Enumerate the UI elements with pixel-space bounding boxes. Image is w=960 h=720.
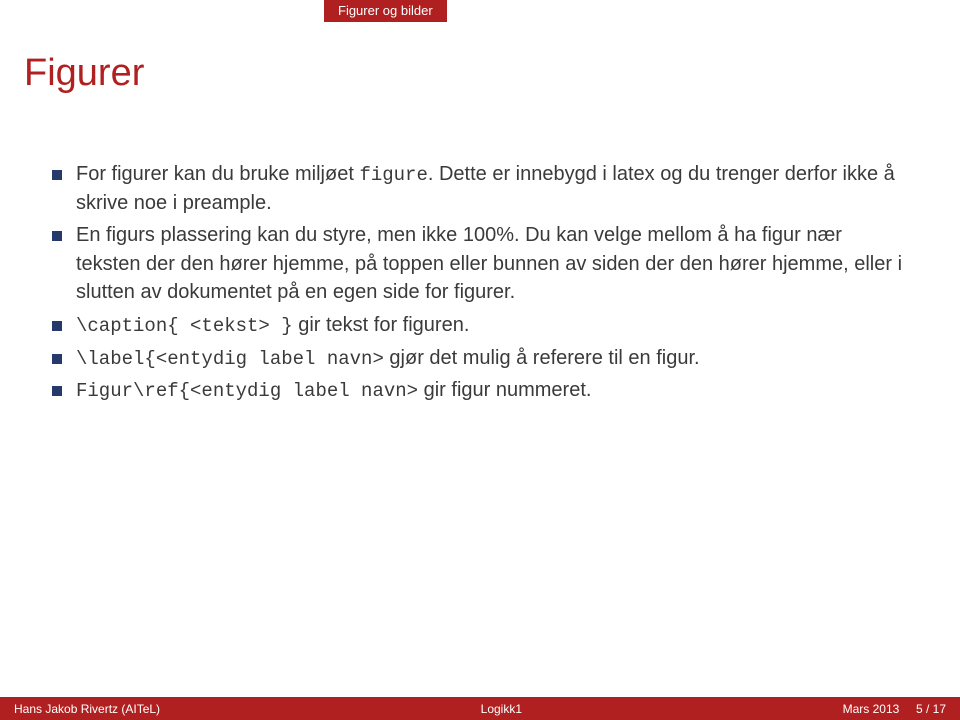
section-tab: Figurer og bilder: [324, 0, 447, 22]
footer-pageinfo: Mars 2013 5 / 17: [843, 702, 960, 716]
footer-title: Logikk1: [160, 702, 843, 716]
list-item: For figurer kan du bruke miljøet figure.…: [52, 160, 908, 217]
list-item: \label{<entydig label navn> gjør det mul…: [52, 344, 908, 373]
list-item-text: \label{<entydig label navn> gjør det mul…: [76, 344, 908, 373]
bullet-icon: [52, 354, 62, 364]
list-item: \caption{ <tekst> } gir tekst for figure…: [52, 311, 908, 340]
footer-pagenum: 5 / 17: [916, 702, 946, 716]
footer-author: Hans Jakob Rivertz (AITeL): [0, 702, 160, 716]
bullet-icon: [52, 170, 62, 180]
list-item-text: \caption{ <tekst> } gir tekst for figure…: [76, 311, 908, 340]
bullet-icon: [52, 386, 62, 396]
bullet-icon: [52, 231, 62, 241]
slide-title: Figurer: [24, 52, 144, 95]
list-item-text: For figurer kan du bruke miljøet figure.…: [76, 160, 908, 217]
list-item: Figur\ref{<entydig label navn> gir figur…: [52, 376, 908, 405]
list-item-text: Figur\ref{<entydig label navn> gir figur…: [76, 376, 908, 405]
list-item: En figurs plassering kan du styre, men i…: [52, 221, 908, 306]
list-item-text: En figurs plassering kan du styre, men i…: [76, 221, 908, 306]
footer-bar: Hans Jakob Rivertz (AITeL) Logikk1 Mars …: [0, 697, 960, 720]
content-area: For figurer kan du bruke miljøet figure.…: [52, 160, 908, 409]
footer-date: Mars 2013: [843, 702, 900, 716]
bullet-icon: [52, 321, 62, 331]
